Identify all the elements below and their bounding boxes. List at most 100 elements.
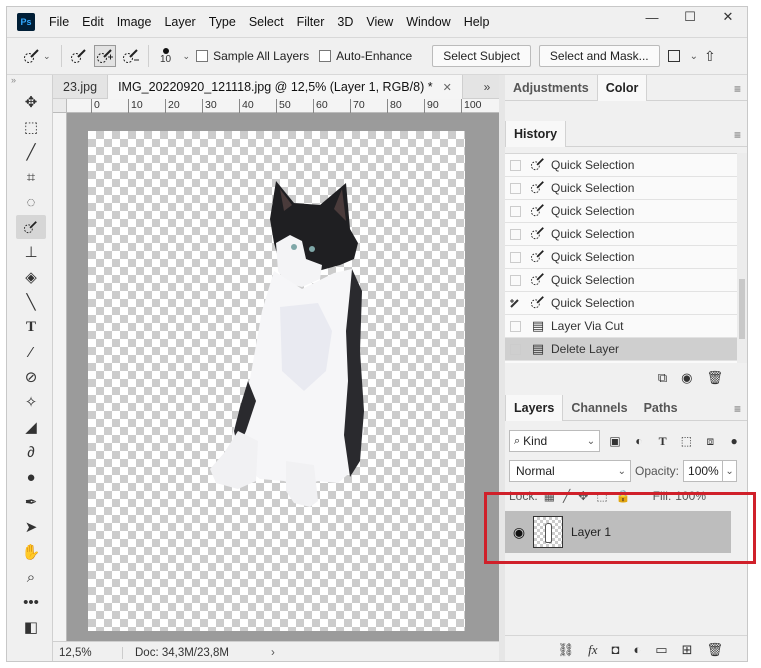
history-item[interactable]: Quick Selection bbox=[505, 246, 737, 269]
history-item[interactable]: Quick Selection bbox=[505, 200, 737, 223]
stamp-tool-icon[interactable]: ⊥ bbox=[16, 240, 46, 264]
chevron-down-icon[interactable]: ⌄ bbox=[183, 51, 191, 62]
adjustment-layer-filter-icon[interactable]: ◐ bbox=[630, 434, 648, 448]
panel-grip-icon[interactable]: » bbox=[7, 75, 52, 89]
sample-all-layers-checkbox[interactable] bbox=[196, 50, 209, 62]
pen-tool-icon[interactable]: ✒ bbox=[16, 490, 46, 514]
hand-tool-icon[interactable]: ✋ bbox=[16, 540, 46, 564]
panel-menu-icon[interactable]: ≡ bbox=[734, 128, 741, 142]
fx-icon[interactable]: fx bbox=[588, 642, 597, 658]
link-layers-icon[interactable]: ⛓ bbox=[558, 642, 575, 658]
healing-brush-tool-icon[interactable]: ⊘ bbox=[16, 365, 46, 389]
menu-help[interactable]: Help bbox=[464, 15, 490, 29]
menu-image[interactable]: Image bbox=[117, 15, 152, 29]
history-source-box[interactable] bbox=[505, 177, 525, 200]
new-layer-icon[interactable]: ⊞ bbox=[682, 642, 693, 658]
paint-bucket-tool-icon[interactable]: ◈ bbox=[16, 265, 46, 289]
history-source-box[interactable] bbox=[505, 315, 525, 338]
menu-select[interactable]: Select bbox=[249, 15, 284, 29]
eyedropper-tool-icon[interactable]: ⁄ bbox=[16, 340, 46, 364]
move-tool-icon[interactable]: ✥ bbox=[16, 90, 46, 114]
menu-layer[interactable]: Layer bbox=[164, 15, 195, 29]
new-selection-button[interactable] bbox=[68, 45, 90, 67]
panel-menu-icon[interactable]: ≡ bbox=[734, 82, 741, 96]
minimize-button[interactable]: — bbox=[635, 7, 669, 27]
chevron-down-icon[interactable]: ⌄ bbox=[690, 51, 698, 62]
history-item[interactable]: Quick Selection bbox=[505, 177, 737, 200]
pixel-layer-filter-icon[interactable]: ▣ bbox=[606, 434, 624, 448]
tab-layers[interactable]: Layers bbox=[505, 394, 564, 421]
close-button[interactable]: ✕ bbox=[711, 7, 745, 27]
tab-document-1[interactable]: 23.jpg bbox=[53, 75, 109, 99]
history-item[interactable]: Quick Selection bbox=[505, 269, 737, 292]
menu-view[interactable]: View bbox=[366, 15, 393, 29]
eraser-tool-icon[interactable]: ◢ bbox=[16, 415, 46, 439]
shape-layer-filter-icon[interactable]: ⬚ bbox=[678, 434, 696, 448]
dodge-tool-icon[interactable]: ● bbox=[16, 465, 46, 489]
tab-channels[interactable]: Channels bbox=[563, 395, 635, 421]
tab-document-2[interactable]: IMG_20220920_121118.jpg @ 12,5% (Layer 1… bbox=[108, 75, 463, 99]
blend-mode-dropdown[interactable]: Normal ⌄ bbox=[509, 460, 631, 482]
opacity-input[interactable]: 100% bbox=[683, 460, 724, 482]
scrollbar-thumb[interactable] bbox=[739, 279, 745, 339]
menu-window[interactable]: Window bbox=[406, 15, 450, 29]
color-swatches-icon[interactable]: ◧ bbox=[16, 615, 46, 639]
canvas-area[interactable] bbox=[67, 113, 499, 641]
subtract-from-selection-button[interactable] bbox=[120, 45, 142, 67]
select-subject-button[interactable]: Select Subject bbox=[432, 45, 531, 67]
smudge-tool-icon[interactable]: ∂ bbox=[16, 440, 46, 464]
adjustment-layer-icon[interactable]: ◐ bbox=[633, 642, 641, 657]
magic-wand-tool-icon[interactable]: ✧ bbox=[16, 390, 46, 414]
history-item[interactable]: ▤ Layer Via Cut bbox=[505, 315, 737, 338]
panel-menu-icon[interactable]: ≡ bbox=[734, 402, 741, 416]
history-item[interactable]: Quick Selection bbox=[505, 292, 737, 315]
history-item[interactable]: Quick Selection bbox=[505, 154, 737, 177]
history-source-brush-icon[interactable] bbox=[505, 292, 525, 315]
history-source-box[interactable] bbox=[505, 338, 525, 361]
type-tool-icon[interactable]: T bbox=[16, 315, 46, 339]
kind-filter-dropdown[interactable]: ⌕ Kind ⌄ bbox=[509, 430, 601, 452]
chevron-right-icon[interactable]: › bbox=[271, 647, 275, 659]
history-item-selected[interactable]: ▤ Delete Layer bbox=[505, 338, 737, 361]
path-selection-tool-icon[interactable]: ➤ bbox=[16, 515, 46, 539]
add-mask-icon[interactable]: ◘ bbox=[612, 642, 620, 657]
menu-3d[interactable]: 3D bbox=[337, 15, 353, 29]
tab-history[interactable]: History bbox=[505, 120, 567, 147]
frame-icon[interactable] bbox=[667, 50, 680, 62]
history-scrollbar[interactable] bbox=[737, 153, 747, 363]
camera-icon[interactable]: ◉ bbox=[681, 370, 692, 386]
more-tools-icon[interactable]: ••• bbox=[16, 590, 46, 614]
history-source-box[interactable] bbox=[505, 200, 525, 223]
auto-enhance-checkbox[interactable] bbox=[319, 50, 332, 62]
brush-tool-icon[interactable]: ╲ bbox=[16, 290, 46, 314]
marquee-tool-icon[interactable]: ⬚ bbox=[16, 115, 46, 139]
document-canvas[interactable] bbox=[88, 131, 465, 631]
quick-selection-tool-icon[interactable] bbox=[16, 215, 46, 239]
crop-tool-icon[interactable]: ⌗ bbox=[16, 165, 46, 189]
type-layer-filter-icon[interactable]: T bbox=[654, 434, 672, 449]
zoom-tool-icon[interactable]: ⌕ bbox=[16, 565, 46, 589]
smart-object-filter-icon[interactable]: ⧈ bbox=[701, 434, 719, 449]
select-and-mask-button[interactable]: Select and Mask... bbox=[538, 45, 660, 67]
close-icon[interactable]: ✕ bbox=[443, 81, 452, 94]
zoom-level[interactable]: 12,5% bbox=[53, 646, 123, 659]
folder-icon[interactable]: ▭ bbox=[655, 642, 667, 658]
brush-size-picker[interactable]: 10 bbox=[155, 47, 177, 65]
history-source-box[interactable] bbox=[505, 223, 525, 246]
history-item[interactable]: Quick Selection bbox=[505, 223, 737, 246]
trash-icon[interactable]: 🗑 bbox=[706, 642, 723, 658]
new-document-from-state-icon[interactable]: ⧉ bbox=[658, 370, 667, 386]
history-source-box[interactable] bbox=[505, 269, 525, 292]
tab-adjustments[interactable]: Adjustments bbox=[505, 75, 597, 101]
lasso-tool-icon[interactable]: ◌ bbox=[16, 190, 46, 214]
maximize-button[interactable]: ☐ bbox=[673, 7, 707, 27]
tool-preset-picker[interactable] bbox=[21, 45, 43, 67]
chevron-down-icon[interactable]: ⌄ bbox=[43, 51, 51, 62]
add-to-selection-button[interactable] bbox=[93, 45, 116, 67]
history-source-box[interactable] bbox=[505, 246, 525, 269]
history-source-box[interactable] bbox=[505, 154, 525, 177]
filter-toggle-icon[interactable]: ● bbox=[725, 434, 743, 448]
tab-color[interactable]: Color bbox=[596, 74, 648, 101]
tabs-overflow-button[interactable]: » bbox=[475, 75, 499, 99]
menu-file[interactable]: File bbox=[49, 15, 69, 29]
